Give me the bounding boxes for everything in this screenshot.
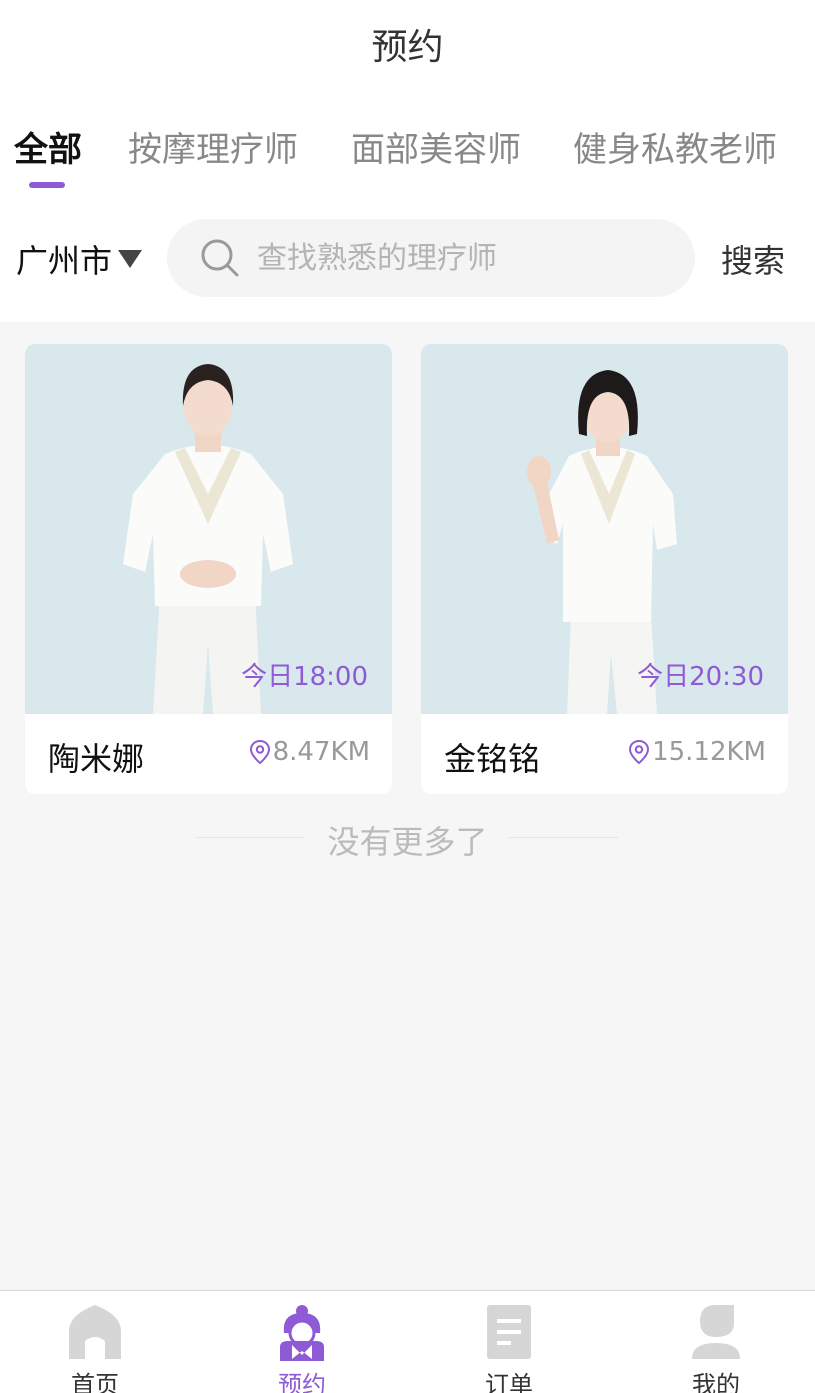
category-tabs: 全部 按摩理疗师 面部美容师 健身私教老师 [0, 118, 815, 198]
tab-facial-beautician[interactable]: 面部美容师 [351, 122, 521, 171]
nav-orders[interactable]: 订单 [449, 1291, 569, 1393]
location-pin-icon [629, 739, 650, 765]
active-tab-indicator [29, 182, 65, 188]
therapist-card[interactable]: 今日18:00 陶米娜 8.47KM [25, 344, 392, 794]
caret-down-icon [118, 250, 143, 268]
distance-value: 15.12KM [652, 737, 766, 767]
search-input[interactable] [257, 219, 677, 297]
divider-right [508, 837, 618, 838]
profile-icon [692, 1305, 740, 1359]
tab-fitness-trainer[interactable]: 健身私教老师 [573, 122, 777, 171]
city-label: 广州市 [16, 242, 113, 280]
city-selector[interactable]: 广州市 [16, 236, 143, 282]
page-title: 预约 [371, 27, 444, 68]
search-button[interactable]: 搜索 [721, 236, 785, 282]
distance-value: 8.47KM [272, 737, 370, 767]
home-icon [69, 1305, 121, 1359]
therapist-name: 金铭铭 [444, 740, 541, 778]
list-end-indicator: 没有更多了 [0, 815, 815, 861]
search-box[interactable] [167, 219, 695, 297]
tab-all[interactable]: 全部 [14, 122, 82, 171]
therapist-name: 陶米娜 [48, 740, 145, 778]
location-pin-icon [249, 739, 270, 765]
nav-label-orders: 订单 [485, 1371, 533, 1393]
nav-label-booking: 预约 [278, 1371, 326, 1393]
nav-profile[interactable]: 我的 [656, 1291, 776, 1393]
search-icon [201, 239, 239, 277]
therapist-photo: 今日20:30 [421, 344, 788, 714]
nav-booking[interactable]: 预约 [242, 1291, 362, 1393]
header: 预约 全部 按摩理疗师 面部美容师 健身私教老师 广州市 搜索 [0, 0, 815, 322]
available-time: 今日18:00 [241, 662, 368, 692]
tab-massage-therapist[interactable]: 按摩理疗师 [128, 122, 298, 171]
nav-home[interactable]: 首页 [35, 1291, 155, 1393]
therapist-icon [280, 1305, 324, 1361]
no-more-text: 没有更多了 [327, 823, 488, 861]
order-icon [487, 1305, 531, 1359]
distance: 8.47KM [249, 737, 370, 767]
distance: 15.12KM [628, 737, 766, 767]
nav-label-home: 首页 [71, 1371, 119, 1393]
bottom-nav: 首页 预约 订单 我的 [0, 1290, 815, 1393]
available-time: 今日20:30 [637, 662, 764, 692]
therapist-card[interactable]: 今日20:30 金铭铭 15.12KM [421, 344, 788, 794]
nav-label-profile: 我的 [692, 1371, 740, 1393]
therapist-photo: 今日18:00 [25, 344, 392, 714]
